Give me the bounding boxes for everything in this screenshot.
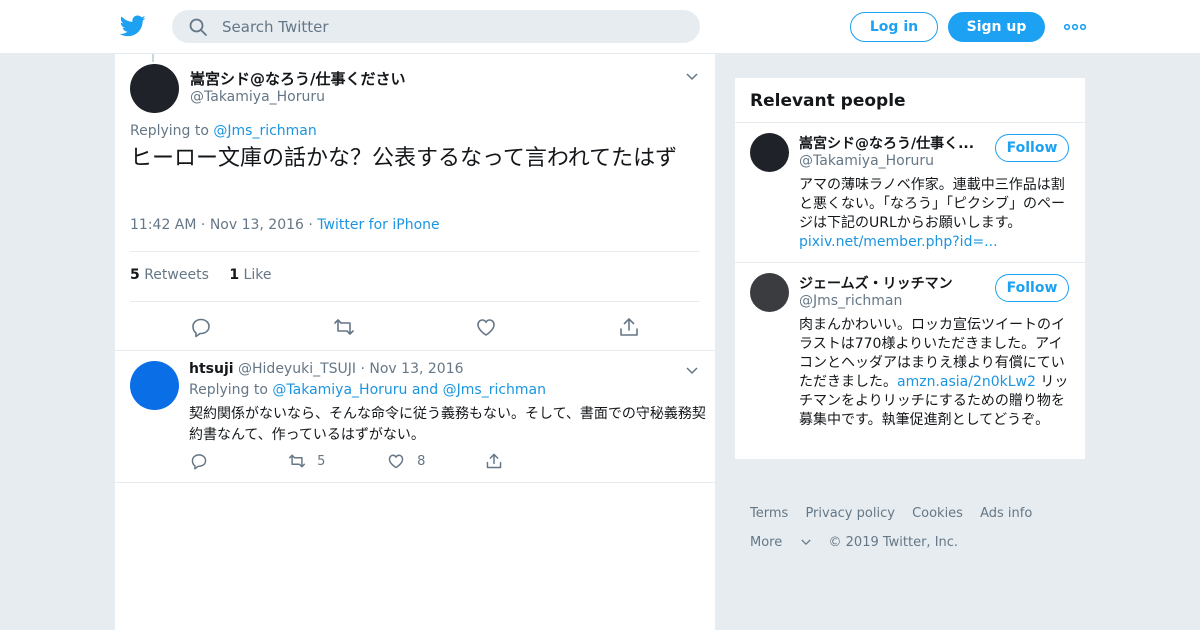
avatar[interactable] [750, 133, 789, 172]
search-box[interactable] [172, 10, 700, 43]
login-button[interactable]: Log in [850, 12, 938, 42]
bio-text: アマの薄味ラノベ作家。連載中三作品は割と悪くない。「なろう」「ピクシブ」のページ… [799, 177, 1065, 231]
top-bar: Log in Sign up [0, 0, 1200, 54]
divider [735, 262, 1085, 263]
bio-link[interactable]: pixiv.net/member.php?id=... [799, 234, 998, 250]
tweet-date[interactable]: Nov 13, 2016 [210, 217, 304, 233]
footer-copyright: © 2019 Twitter, Inc. [828, 535, 959, 550]
avatar[interactable] [750, 273, 789, 312]
tweet-text: ヒーロー文庫の話かな？公表するなって言われてたはず [130, 146, 678, 171]
divider [115, 482, 715, 483]
tweet-source[interactable]: Twitter for iPhone [317, 217, 439, 233]
card-title: Relevant people [750, 91, 906, 111]
more-dots-icon[interactable] [1064, 18, 1086, 36]
tweet-stats: 5 Retweets 1 Like [130, 267, 271, 283]
meta-separator: · [308, 217, 318, 233]
avatar[interactable] [130, 361, 179, 410]
share-icon[interactable] [618, 316, 640, 338]
replying-to-link[interactable]: @Takamiya_Horuru [272, 382, 407, 398]
like-action[interactable]: 8 [387, 452, 425, 472]
divider [115, 350, 715, 351]
like-icon [388, 454, 404, 469]
like-icon[interactable] [475, 316, 497, 338]
retweets-stat[interactable]: 5 Retweets [130, 267, 209, 283]
divider [130, 251, 700, 252]
reply-action[interactable] [190, 452, 208, 472]
meta-separator: · [200, 217, 210, 233]
replying-and: and [411, 382, 439, 398]
reply-text: 契約関係がないなら、そんな命令に従う義務もない。そして、書面での守秘義務契約書な… [189, 406, 706, 443]
reply-date[interactable]: Nov 13, 2016 [369, 361, 463, 377]
search-icon [189, 18, 207, 36]
reply-author-handle[interactable]: @Hideyuki_TSUJI [238, 361, 356, 377]
chevron-down-icon [801, 539, 811, 546]
replying-to: Replying to @Jms_richman [130, 123, 317, 139]
divider [130, 301, 700, 302]
person-name[interactable]: ジェームズ・リッチマン [799, 273, 953, 293]
retweet-icon[interactable] [333, 316, 355, 338]
author-handle[interactable]: @Takamiya_Horuru [190, 89, 325, 105]
retweet-action[interactable]: 5 [287, 452, 325, 472]
person-handle[interactable]: @Takamiya_Horuru [799, 153, 934, 169]
like-count: 8 [417, 453, 426, 469]
twitter-bird-icon[interactable] [120, 13, 146, 39]
reply-replying-to: Replying to @Takamiya_Horuru and @Jms_ri… [189, 382, 546, 398]
footer-links: Terms Privacy policy Cookies Ads info [750, 506, 1045, 521]
reply-header: htsuji @Hideyuki_TSUJI · Nov 13, 2016 [189, 361, 464, 377]
footer-link-terms[interactable]: Terms [750, 506, 788, 521]
footer-link-cookies[interactable]: Cookies [912, 506, 963, 521]
retweet-icon [288, 454, 306, 468]
replying-prefix: Replying to [130, 123, 209, 139]
person-handle[interactable]: @Jms_richman [799, 293, 902, 309]
tweet-time[interactable]: 11:42 AM [130, 217, 196, 233]
footer-more[interactable]: More [750, 535, 816, 550]
like-count: 1 [229, 267, 240, 283]
footer-more-label: More [750, 535, 783, 550]
retweet-label: Retweets [144, 267, 209, 283]
person-name[interactable]: 嵩宮シド@なろう/仕事く... [799, 133, 974, 153]
tweet-meta: 11:42 AM · Nov 13, 2016 · Twitter for iP… [130, 217, 440, 233]
share-action[interactable] [485, 452, 503, 472]
follow-button[interactable]: Follow [995, 274, 1069, 302]
replying-prefix: Replying to [189, 382, 268, 398]
footer-link-privacy[interactable]: Privacy policy [805, 506, 894, 521]
avatar[interactable] [130, 64, 179, 113]
footer-link-ads-info[interactable]: Ads info [980, 506, 1032, 521]
share-icon [486, 453, 502, 469]
like-label: Like [243, 267, 272, 283]
thread-connector [152, 54, 154, 62]
reply-icon[interactable] [190, 316, 212, 338]
relevant-people-card: Relevant people 嵩宮シド@なろう/仕事く... @Takamiy… [735, 78, 1085, 459]
bio-link[interactable]: amzn.asia/2n0kLw2 [897, 374, 1036, 390]
person-bio: アマの薄味ラノベ作家。連載中三作品は割と悪くない。「なろう」「ピクシブ」のページ… [799, 176, 1074, 252]
signup-button[interactable]: Sign up [948, 12, 1045, 42]
follow-button[interactable]: Follow [995, 134, 1069, 162]
author-name[interactable]: 嵩宮シド@なろう/仕事ください [190, 68, 405, 89]
divider [735, 122, 1085, 123]
retweet-count: 5 [130, 267, 140, 283]
reply-icon [191, 454, 207, 470]
person-bio: 肉まんかわいい。ロッカ宣伝ツイートのイラストは770様よりいただきました。アイコ… [799, 316, 1074, 430]
reply-author-name[interactable]: htsuji [189, 361, 234, 377]
footer-bottom: More © 2019 Twitter, Inc. [750, 535, 971, 550]
tweet-detail-column: 嵩宮シド@なろう/仕事ください @Takamiya_Horuru Replyin… [115, 54, 715, 630]
retweet-count: 5 [317, 453, 326, 469]
replying-to-link[interactable]: @Jms_richman [443, 382, 546, 398]
chevron-down-icon[interactable] [686, 367, 698, 375]
likes-stat[interactable]: 1 Like [229, 267, 271, 283]
replying-to-link[interactable]: @Jms_richman [213, 123, 316, 139]
search-input[interactable] [222, 10, 682, 43]
chevron-down-icon[interactable] [686, 73, 698, 81]
